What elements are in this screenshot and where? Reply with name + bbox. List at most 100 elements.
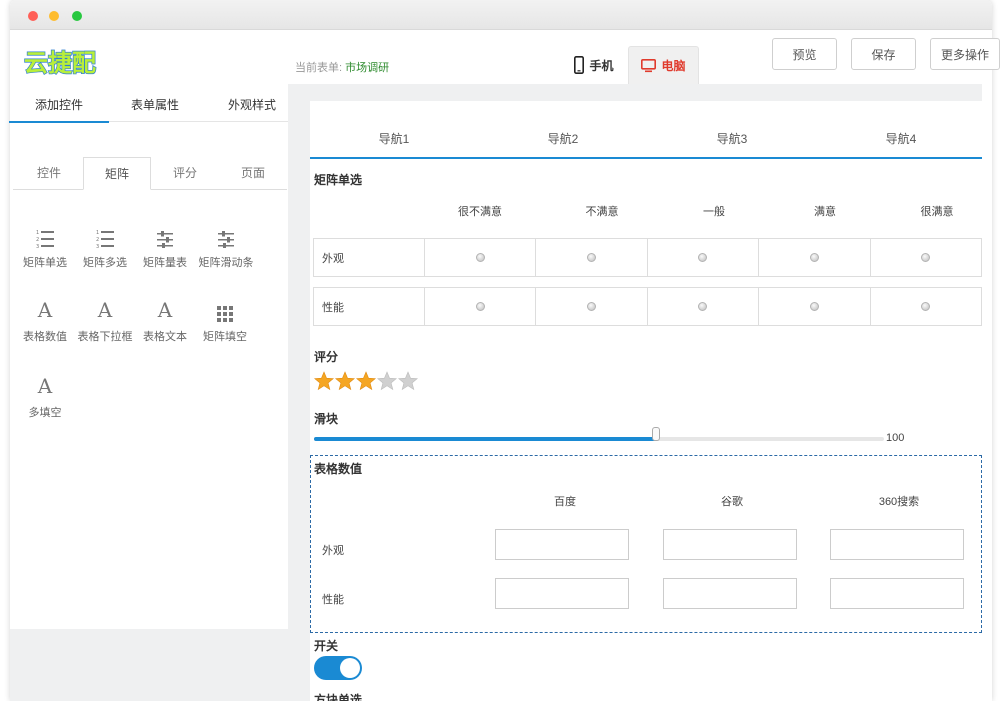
maximize-window-button[interactable] [72, 11, 82, 21]
app-header: 云捷配 手机 电脑 预览 保存 更多操作 [10, 30, 1000, 84]
grid-icon [193, 296, 257, 322]
svg-text:2: 2 [36, 237, 39, 243]
control-label: 表格文本 [143, 331, 187, 343]
control-table-text[interactable]: A 表格文本 [133, 296, 197, 344]
control-label: 矩阵单选 [23, 257, 67, 269]
svg-text:1: 1 [96, 230, 99, 236]
block-radio-title: 方块单选 [314, 693, 363, 701]
save-button[interactable]: 保存 [851, 38, 916, 70]
table-value-input[interactable] [663, 529, 797, 560]
phone-icon [574, 56, 585, 74]
slider-track[interactable] [314, 427, 884, 441]
subtab-page[interactable]: 页面 [219, 157, 287, 190]
slider-max-label: 100 [886, 432, 905, 444]
control-matrix-slider[interactable]: 矩阵滑动条 [193, 222, 259, 270]
svg-text:3: 3 [36, 244, 39, 248]
toggle-knob [340, 658, 360, 678]
toggle-switch[interactable] [314, 656, 362, 680]
tab-phone-label: 手机 [589, 58, 614, 73]
control-table-dropdown[interactable]: A 表格下拉框 [73, 296, 137, 344]
table-row-label: 外观 [322, 545, 344, 557]
table-value-input[interactable] [495, 578, 629, 609]
radio-option[interactable] [587, 252, 597, 262]
star-icon[interactable] [377, 371, 397, 391]
sliders-icon [133, 222, 197, 248]
nav-item-2[interactable]: 导航2 [548, 130, 579, 147]
control-table-number[interactable]: A 表格数值 [13, 296, 77, 344]
radio-option[interactable] [475, 252, 485, 262]
control-sidebar: 添加控件 表单属性 外观样式 控件 矩阵 评分 页面 123 矩阵单选 123 … [8, 84, 298, 629]
table-value-input[interactable] [495, 529, 629, 560]
table-values-title: 表格数值 [314, 462, 363, 476]
radio-option[interactable] [809, 301, 819, 311]
numbered-list-icon: 123 [73, 222, 137, 248]
star-icon[interactable] [356, 371, 376, 391]
table-row-label: 性能 [322, 594, 344, 606]
logo: 云捷配 [24, 48, 97, 77]
tab-phone[interactable]: 手机 [562, 46, 626, 84]
table-col-header: 百度 [554, 496, 576, 508]
current-form-label: 当前表单: [295, 62, 343, 74]
radio-option[interactable] [698, 301, 708, 311]
matrix-row-label: 外观 [313, 238, 425, 277]
radio-option[interactable] [921, 301, 931, 311]
table-value-input[interactable] [830, 529, 964, 560]
preview-button[interactable]: 预览 [772, 38, 837, 70]
minimize-window-button[interactable] [49, 11, 59, 21]
rating-title: 评分 [314, 350, 339, 364]
subtab-controls[interactable]: 控件 [15, 157, 83, 190]
tab-form-properties[interactable]: 表单属性 [131, 96, 179, 113]
svg-text:云捷配: 云捷配 [24, 49, 96, 77]
svg-text:2: 2 [96, 237, 99, 243]
slider-title: 滑块 [314, 412, 339, 426]
table-value-input[interactable] [663, 578, 797, 609]
tab-add-controls[interactable]: 添加控件 [8, 96, 110, 123]
letter-a-icon: A [157, 298, 173, 322]
nav-item-4[interactable]: 导航4 [886, 130, 917, 147]
nav-item-3[interactable]: 导航3 [717, 130, 748, 147]
slider-handle[interactable] [652, 427, 660, 441]
control-matrix-fill[interactable]: 矩阵填空 [193, 296, 257, 344]
control-label: 多填空 [28, 407, 62, 419]
more-actions-button[interactable]: 更多操作 [930, 38, 1000, 70]
star-icon[interactable] [335, 371, 355, 391]
matrix-col-header: 很满意 [920, 206, 954, 218]
radio-option[interactable] [475, 301, 485, 311]
tab-pc-label: 电脑 [661, 59, 686, 73]
letter-a-icon: A [37, 298, 53, 322]
table-values-block[interactable]: 表格数值 百度 谷歌 360搜索 外观 性能 [310, 455, 982, 633]
matrix-radio-row: 外观 [313, 238, 982, 277]
radio-option[interactable] [809, 252, 819, 262]
sidebar-tabs: 添加控件 表单属性 外观样式 [8, 84, 298, 123]
form-nav: 导航1 导航2 导航3 导航4 [310, 101, 982, 159]
matrix-col-header: 一般 [703, 206, 725, 218]
matrix-radio-title: 矩阵单选 [314, 173, 363, 187]
sliders-icon [193, 222, 259, 248]
star-icon[interactable] [314, 371, 334, 391]
nav-item-1[interactable]: 导航1 [379, 130, 410, 147]
subtab-matrix[interactable]: 矩阵 [83, 157, 151, 190]
form-preview: 导航1 导航2 导航3 导航4 矩阵单选 很不满意 不满意 一般 满意 很满意 … [310, 101, 982, 701]
control-matrix-single[interactable]: 123 矩阵单选 [13, 222, 77, 270]
close-window-button[interactable] [28, 11, 38, 21]
slider-fill [314, 437, 656, 441]
star-icon[interactable] [398, 371, 418, 391]
radio-option[interactable] [698, 252, 708, 262]
subtab-rating[interactable]: 评分 [151, 157, 219, 190]
radio-option[interactable] [587, 301, 597, 311]
control-label: 矩阵填空 [203, 331, 247, 343]
monitor-icon [641, 58, 657, 72]
control-matrix-multi[interactable]: 123 矩阵多选 [73, 222, 137, 270]
control-matrix-scale[interactable]: 矩阵量表 [133, 222, 197, 270]
table-value-input[interactable] [830, 578, 964, 609]
control-label: 矩阵滑动条 [198, 257, 254, 269]
matrix-col-header: 满意 [814, 206, 836, 218]
control-label: 矩阵量表 [143, 257, 187, 269]
control-multi-fill[interactable]: A 多填空 [13, 372, 77, 420]
current-form-value[interactable]: 市场调研 [345, 62, 389, 74]
radio-option[interactable] [921, 252, 931, 262]
sidebar-footer-area [10, 629, 298, 701]
tab-pc[interactable]: 电脑 [628, 46, 699, 84]
tab-appearance[interactable]: 外观样式 [228, 96, 276, 113]
current-form-indicator: 当前表单: 市场调研 [295, 59, 389, 75]
